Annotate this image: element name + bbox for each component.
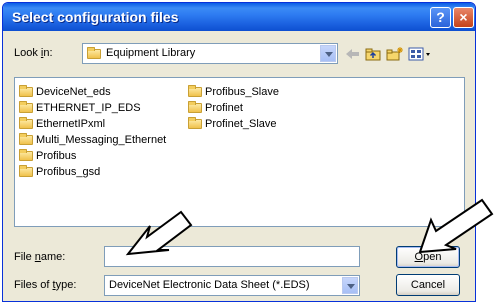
arrow-to-open-button-icon	[418, 198, 494, 254]
arrow-to-file-name-icon	[125, 210, 193, 256]
annotation-arrows	[125, 198, 494, 256]
